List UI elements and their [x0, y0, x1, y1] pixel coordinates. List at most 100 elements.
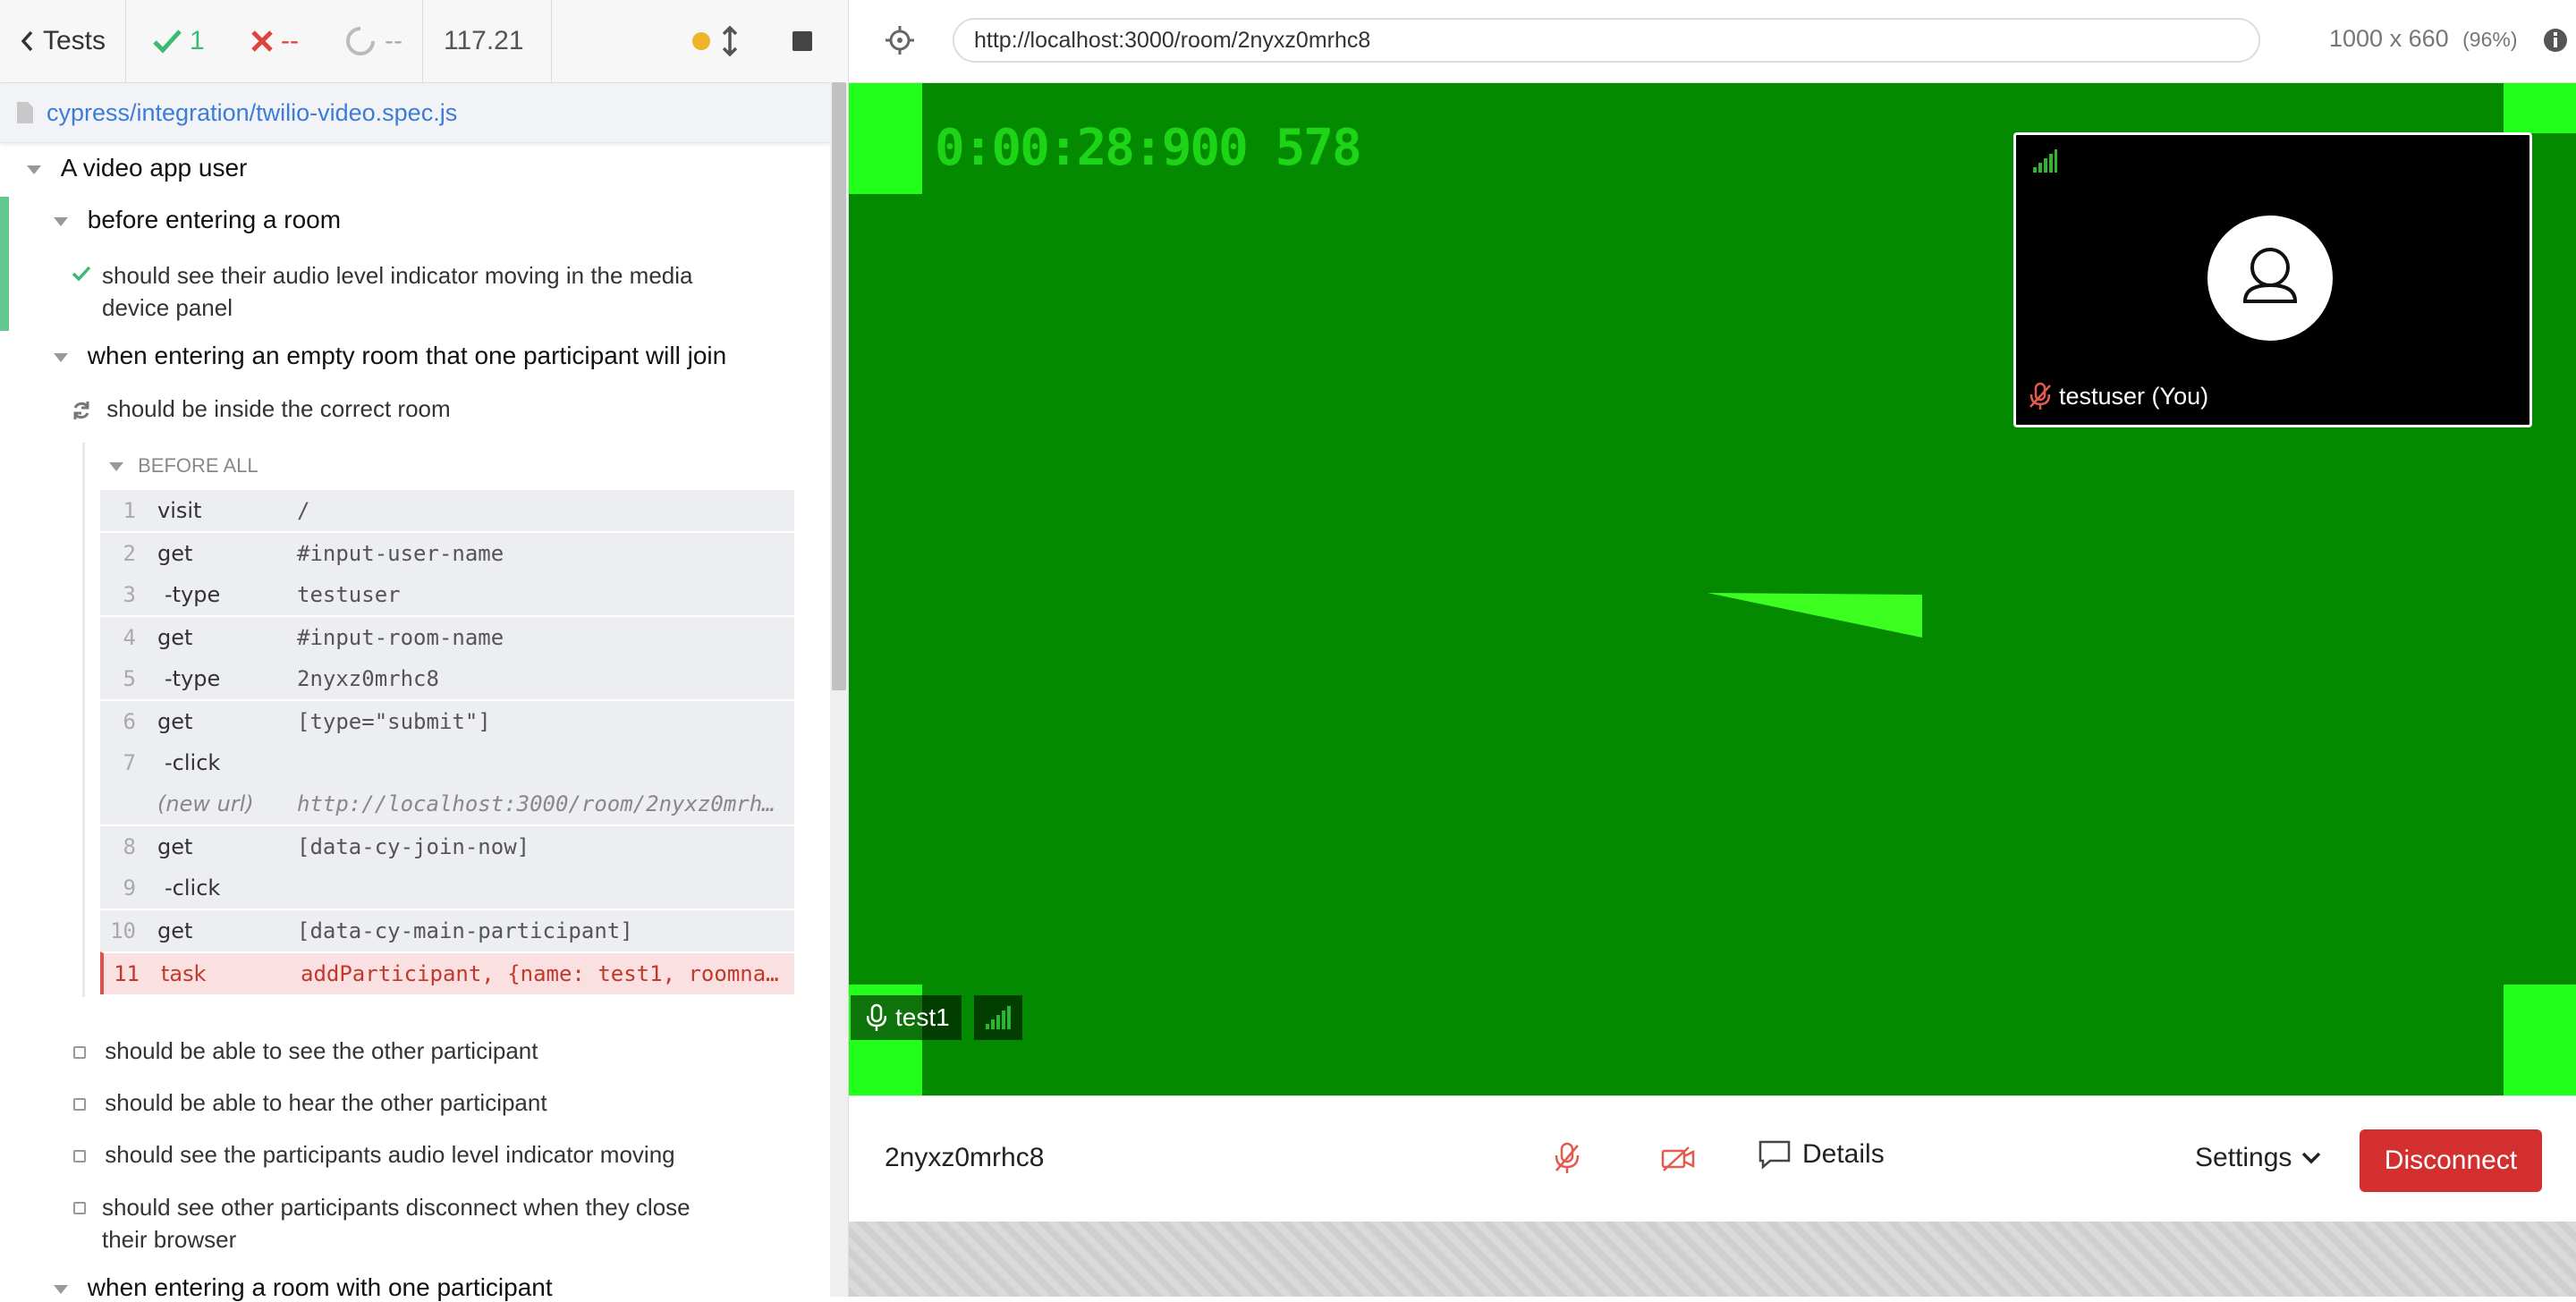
viewport-scale: (96%) — [2462, 28, 2518, 51]
command-message: addParticipant, {name: test1, roomna… — [301, 961, 779, 986]
local-participant-label: testuser (You) — [2029, 382, 2208, 410]
hook-label: BEFORE ALL — [138, 454, 258, 477]
video-off-icon[interactable] — [1661, 1145, 1695, 1173]
command-row[interactable]: 1 visit / — [100, 488, 794, 531]
participant-name: test1 — [895, 1003, 950, 1031]
test-title: should be able to see the other particip… — [105, 1037, 538, 1064]
chevron-left-icon — [21, 30, 33, 52]
pending-stat[interactable]: -- — [345, 0, 402, 82]
command-name: get — [157, 834, 193, 859]
suite-title: when entering an empty room that one par… — [87, 342, 727, 369]
network-quality-icon — [986, 1006, 1011, 1029]
command-name: -click — [165, 875, 221, 900]
test-title-line2: their browser — [102, 1226, 237, 1253]
main-participant-video[interactable]: 0:00:28:900 578 testuser (You) test1 — [849, 83, 2576, 1095]
command-number: 10 — [110, 918, 136, 943]
timestamp-overlay: 0:00:28:900 578 — [935, 119, 1362, 177]
command-message: #input-room-name — [297, 625, 504, 650]
test-pending[interactable]: should see other participants disconnect… — [73, 1191, 691, 1256]
command-row[interactable]: 5 -type 2nyxz0mrhc8 — [100, 658, 794, 699]
spec-file-link[interactable]: cypress/integration/twilio-video.spec.js — [47, 99, 457, 127]
reporter-header: Tests 1 -- -- 117.21 — [0, 0, 848, 83]
test-pending[interactable]: should be able to hear the other partici… — [73, 1089, 547, 1117]
command-number: 6 — [123, 709, 136, 734]
suite-root[interactable]: A video app user — [27, 154, 247, 182]
x-icon — [251, 30, 273, 52]
passed-stat[interactable]: 1 — [152, 0, 205, 82]
hook-indent-line — [82, 443, 85, 997]
main-network-quality — [974, 995, 1022, 1040]
command-row-failed[interactable]: 11 task addParticipant, {name: test1, room… — [100, 951, 794, 994]
test-pattern-corner — [849, 83, 922, 194]
hook-before-all[interactable]: BEFORE ALL — [109, 454, 258, 478]
command-message: 2nyxz0mrhc8 — [297, 666, 439, 691]
command-name: get — [157, 541, 193, 566]
command-row[interactable]: 9 -click — [100, 867, 794, 909]
suite-room-with-participant[interactable]: when entering a room with one participan… — [54, 1273, 553, 1302]
refresh-icon — [73, 402, 89, 420]
crosshair-icon[interactable] — [885, 25, 915, 55]
command-message: [data-cy-main-participant] — [297, 918, 633, 943]
command-name: -type — [165, 582, 221, 607]
command-number: 8 — [123, 834, 136, 859]
spec-file-bar: cypress/integration/twilio-video.spec.js — [0, 83, 830, 143]
test-pattern-wedge — [1707, 593, 1922, 638]
command-row[interactable]: 6 get [type="submit"] — [100, 699, 794, 742]
command-message: #input-user-name — [297, 541, 504, 566]
file-icon — [17, 102, 33, 123]
test-passed[interactable]: should see their audio level indicator m… — [72, 259, 693, 324]
failed-stat[interactable]: -- — [250, 0, 299, 82]
auto-scroll-toggle[interactable] — [721, 0, 739, 82]
command-row[interactable]: 4 get #input-room-name — [100, 615, 794, 658]
test-pending[interactable]: should see the participants audio level … — [73, 1141, 675, 1169]
chat-bubble-icon — [1758, 1140, 1791, 1170]
room-name: 2nyxz0mrhc8 — [885, 1143, 1045, 1172]
command-row[interactable]: 3 -type testuser — [100, 574, 794, 615]
collapse-triangle-icon — [27, 165, 41, 174]
command-row[interactable]: 7 -click — [100, 742, 794, 783]
test-running[interactable]: should be inside the correct room — [72, 395, 451, 423]
circle-pending-icon — [346, 27, 375, 55]
command-message: testuser — [297, 582, 401, 607]
details-button[interactable]: Details — [1758, 1139, 1885, 1170]
tests-back-button[interactable]: Tests — [20, 0, 125, 82]
participant-name: testuser (You) — [2059, 382, 2209, 410]
test-pattern-corner — [2504, 985, 2576, 1095]
suite-empty-room[interactable]: when entering an empty room that one par… — [54, 342, 726, 370]
info-icon[interactable] — [2542, 27, 2569, 54]
command-number: 5 — [123, 666, 136, 691]
command-number: 4 — [123, 625, 136, 650]
pending-count: -- — [385, 26, 402, 55]
suite-before-entering[interactable]: before entering a room — [54, 206, 341, 234]
command-row[interactable]: 8 get [data-cy-join-now] — [100, 824, 794, 867]
url-bar[interactable]: http://localhost:3000/room/2nyxz0mrhc8 — [953, 18, 2260, 63]
stop-button[interactable] — [792, 0, 812, 82]
test-title-line2: device panel — [102, 294, 233, 321]
passed-count: 1 — [190, 26, 205, 55]
command-row[interactable]: 10 get [data-cy-main-participant] — [100, 909, 794, 951]
viewport-size: 1000 x 660 — [2329, 25, 2449, 52]
pending-checkbox-icon — [73, 1046, 86, 1059]
pending-checkbox-icon — [73, 1202, 86, 1214]
command-row[interactable]: 2 get #input-user-name — [100, 531, 794, 574]
mic-muted-icon[interactable] — [1554, 1141, 1580, 1175]
scrollbar-thumb[interactable] — [832, 82, 846, 690]
stop-icon — [792, 31, 812, 51]
command-number: 3 — [123, 582, 136, 607]
settings-label: Settings — [2195, 1143, 2292, 1172]
main-participant-label: test1 — [851, 995, 962, 1040]
local-participant-tile[interactable]: testuser (You) — [2013, 132, 2532, 427]
command-message: http://localhost:3000/room/2nyxz0mrh… — [297, 791, 775, 816]
viewport-background — [849, 1222, 2576, 1297]
disconnect-button[interactable]: Disconnect — [2360, 1129, 2542, 1192]
viewport-info: 1000 x 660 (96%) — [2329, 25, 2518, 53]
command-name: -click — [165, 750, 221, 775]
suite-title: when entering a room with one participan… — [87, 1273, 553, 1301]
command-number: 11 — [114, 961, 140, 986]
command-name: get — [157, 709, 193, 734]
test-pending[interactable]: should be able to see the other particip… — [73, 1037, 538, 1065]
command-row-new-url[interactable]: (new url) http://localhost:3000/room/2nyx… — [100, 783, 794, 824]
duration: 117.21 — [444, 26, 524, 55]
collapse-triangle-icon — [54, 216, 68, 226]
settings-button[interactable]: Settings — [2195, 1143, 2322, 1173]
